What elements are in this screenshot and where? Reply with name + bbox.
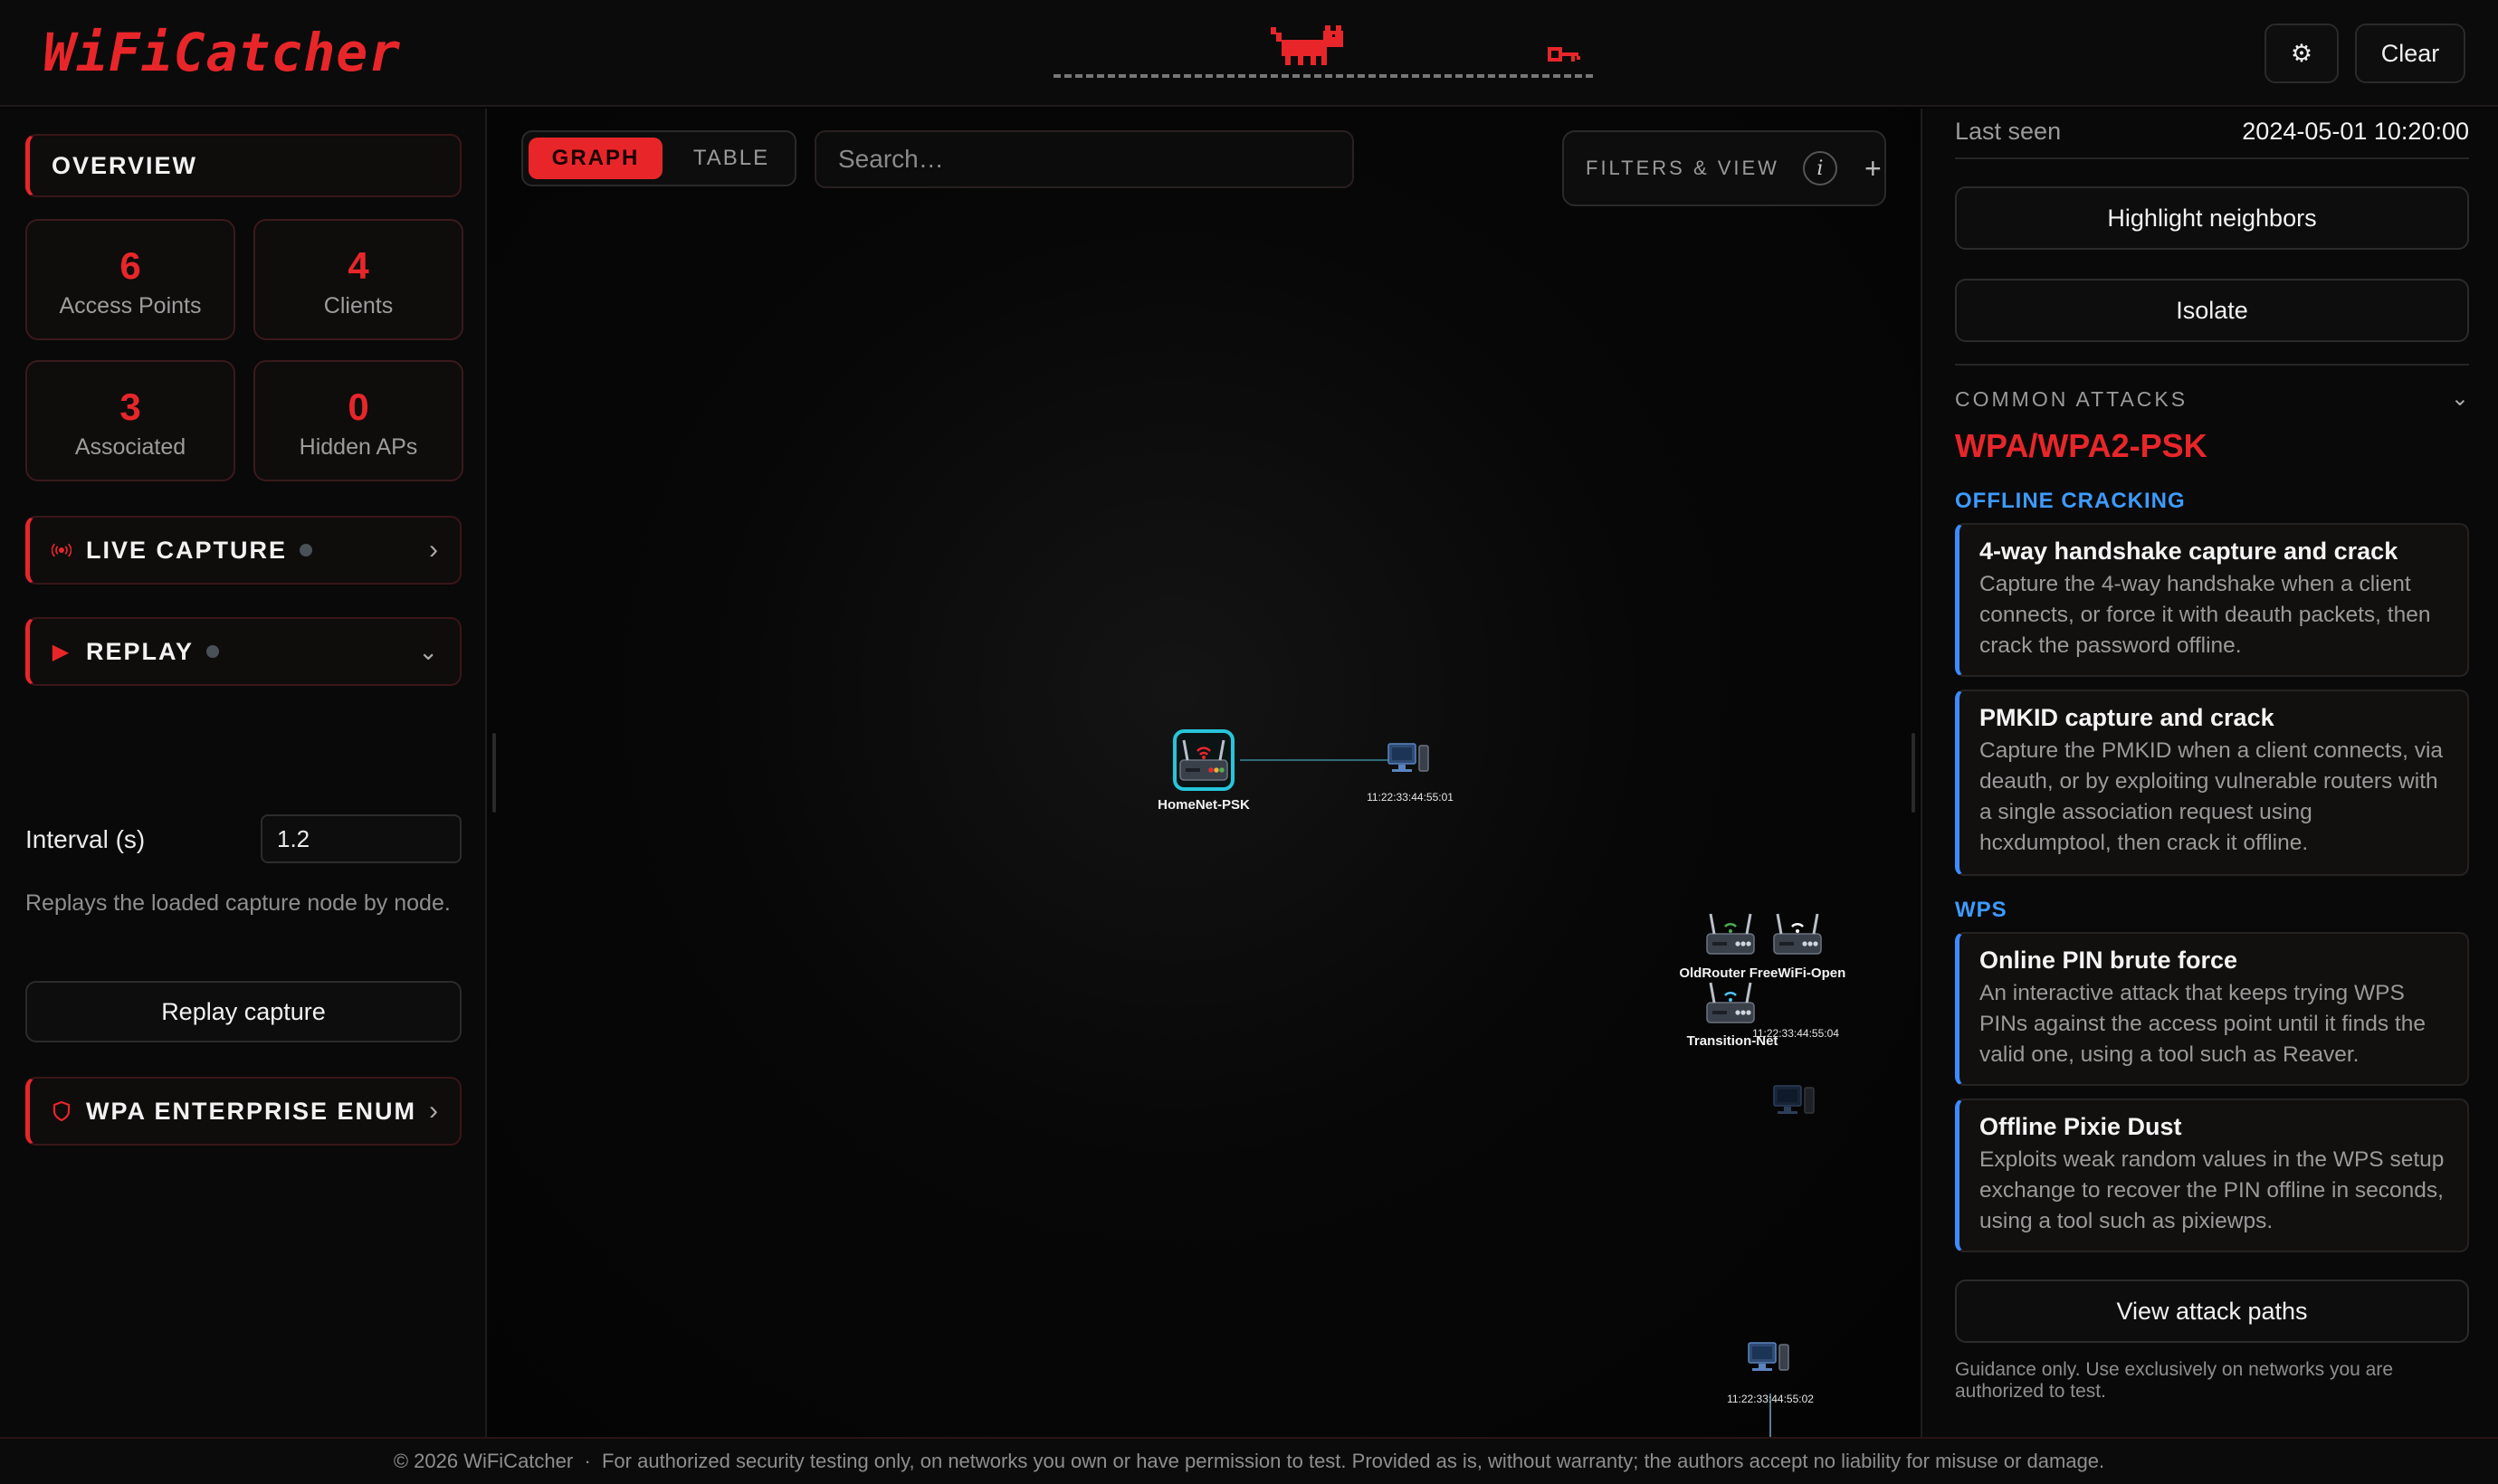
graph-canvas[interactable]: GRAPH TABLE FILTERS & VIEW i +: [489, 109, 1919, 1437]
stat-value: 0: [348, 385, 369, 428]
router-icon: [1705, 981, 1756, 1024]
overview-section-header[interactable]: OVERVIEW: [25, 134, 462, 197]
stat-clients: 4 Clients: [253, 219, 463, 340]
status-dot: [206, 645, 220, 658]
progress-dashes: [1054, 74, 1593, 78]
last-seen-key: Last seen: [1955, 118, 2062, 145]
wpa-enterprise-enum-section[interactable]: WPA ENTERPRISE ENUM ›: [25, 1077, 462, 1146]
common-attacks-header[interactable]: COMMON ATTACKS ⌄: [1955, 364, 2469, 412]
footer-text: © 2026 WiFiCatcher · For authorized secu…: [393, 1450, 2105, 1472]
replay-section[interactable]: ▶ REPLAY ⌄: [25, 617, 462, 686]
attack-group-title: OFFLINE CRACKING: [1955, 489, 2186, 513]
interval-label: Interval (s): [25, 825, 146, 853]
computer-icon: [1773, 1085, 1815, 1115]
clear-button[interactable]: Clear: [2355, 24, 2465, 83]
app-logo: WiFiCatcher: [43, 22, 402, 83]
isolate-button[interactable]: Isolate: [1955, 279, 2469, 342]
shield-icon: [52, 1100, 72, 1122]
stat-label: Hidden APs: [299, 434, 418, 460]
wifi-signal-icon: [1791, 923, 1804, 928]
attack-card[interactable]: PMKID capture and crack Capture the PMKI…: [1955, 690, 2469, 876]
stat-access-points: 6 Access Points: [25, 219, 235, 340]
stat-label: Access Points: [59, 293, 202, 319]
stat-value: 6: [119, 244, 141, 287]
node-label: OldRouter: [1679, 966, 1745, 981]
chevron-down-icon: ⌄: [2450, 386, 2469, 411]
ap-node-homenet[interactable]: HomeNet-PSK: [1158, 729, 1250, 813]
stat-hidden-aps: 0 Hidden APs: [253, 360, 463, 481]
computer-icon: [1748, 1342, 1789, 1372]
client-node-01[interactable]: 11:22:33:44:55:01: [1367, 743, 1454, 804]
left-sidebar: OVERVIEW 6 Access Points 4 Clients 3 Ass…: [0, 109, 487, 1437]
client-node-04[interactable]: [1773, 1085, 1815, 1115]
attack-title: Offline Pixie Dust: [1979, 1113, 2182, 1140]
stat-label: Associated: [74, 434, 186, 460]
replay-capture-button[interactable]: Replay capture: [25, 981, 462, 1042]
node-label: 11:22:33:44:55:01: [1367, 791, 1454, 804]
attack-group-title: WPS: [1955, 898, 2007, 922]
attack-description: Capture the 4-way handshake when a clien…: [1979, 572, 2431, 658]
network-graph[interactable]: HomeNet-PSK 11:22:33:44:55:01 OldRouter …: [489, 109, 1919, 1437]
broadcast-icon: [52, 541, 72, 559]
router-icon: [1772, 912, 1823, 956]
chevron-right-icon: ›: [429, 1096, 440, 1126]
attack-description: An interactive attack that keeps trying …: [1979, 981, 2426, 1067]
replay-label: REPLAY: [86, 637, 195, 665]
stat-value: 3: [119, 385, 141, 428]
attack-card[interactable]: Online PIN brute force An interactive at…: [1955, 932, 2469, 1086]
capture-progress-track: [1050, 20, 1593, 83]
node-label: 11:22:33:44:55:02: [1727, 1393, 1814, 1405]
status-dot: [300, 544, 313, 556]
settings-button[interactable]: ⚙: [2264, 24, 2339, 83]
router-icon: [1705, 912, 1756, 956]
attack-title: 4-way handshake capture and crack: [1979, 537, 2398, 565]
last-seen-value: 2024-05-01 10:20:00: [2242, 118, 2469, 145]
top-bar: WiFiCatcher ⚙ Clear: [0, 0, 2498, 107]
stat-associated: 3 Associated: [25, 360, 235, 481]
wpa-enum-label: WPA ENTERPRISE ENUM: [86, 1097, 417, 1125]
ap-node-oldrouter[interactable]: OldRouter: [1679, 912, 1756, 981]
stat-label: Clients: [323, 293, 394, 319]
node-label: 11:22:33:44:55:04: [1752, 1027, 1839, 1040]
live-capture-section[interactable]: LIVE CAPTURE ›: [25, 516, 462, 585]
attack-description: Exploits weak random values in the WPS s…: [1979, 1147, 2445, 1233]
gear-icon: ⚙: [2290, 39, 2313, 67]
attack-description: Capture the PMKID when a client connects…: [1979, 738, 2444, 855]
attack-card[interactable]: 4-way handshake capture and crack Captur…: [1955, 523, 2469, 677]
interval-input[interactable]: [261, 814, 462, 863]
view-attack-paths-button[interactable]: View attack paths: [1955, 1279, 2469, 1343]
highlight-neighbors-button[interactable]: Highlight neighbors: [1955, 186, 2469, 250]
security-type-title: WPA/WPA2-PSK: [1955, 427, 2207, 464]
node-label: FreeWiFi-Open: [1750, 966, 1846, 981]
play-icon: ▶: [52, 639, 72, 664]
attack-card[interactable]: Offline Pixie Dust Exploits weak random …: [1955, 1099, 2469, 1252]
chevron-down-icon: ⌄: [418, 637, 440, 665]
common-attacks-label: COMMON ATTACKS: [1955, 387, 2188, 411]
replay-description: Replays the loaded capture node by node.: [25, 890, 451, 916]
node-label: HomeNet-PSK: [1158, 797, 1250, 813]
last-seen-row: Last seen 2024-05-01 10:20:00: [1955, 112, 2469, 159]
footer: © 2026 WiFiCatcher · For authorized secu…: [0, 1437, 2498, 1484]
chevron-right-icon: ›: [429, 535, 440, 565]
attack-title: Online PIN brute force: [1979, 947, 2238, 974]
details-panel: Last seen 2024-05-01 10:20:00 Highlight …: [1921, 109, 2498, 1437]
computer-icon: [1387, 743, 1429, 773]
wifi-signal-icon: [1724, 923, 1737, 928]
ap-node-freewifi[interactable]: FreeWiFi-Open: [1750, 912, 1846, 981]
guidance-note: Guidance only. Use exclusively on networ…: [1955, 1359, 2394, 1402]
client-node-02[interactable]: 11:22:33:44:55:02: [1727, 1342, 1814, 1405]
attack-title: PMKID capture and crack: [1979, 704, 2274, 731]
wifi-signal-icon: [1724, 992, 1737, 996]
stat-value: 4: [348, 244, 369, 287]
overview-label: OVERVIEW: [52, 151, 198, 179]
live-capture-label: LIVE CAPTURE: [86, 536, 288, 564]
